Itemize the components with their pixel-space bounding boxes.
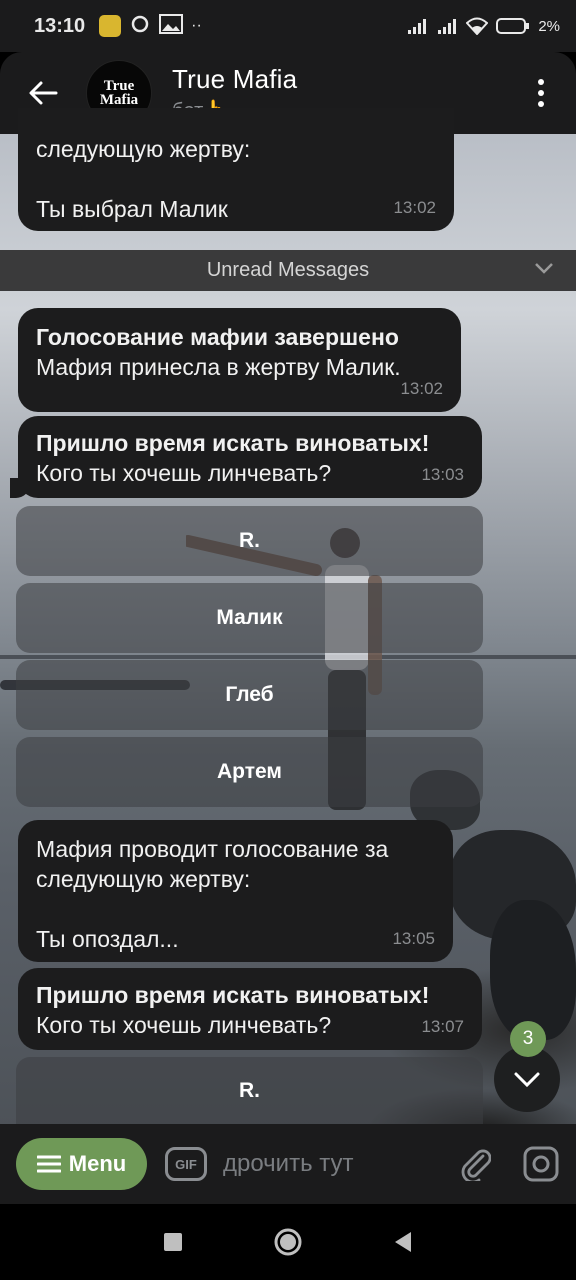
menu-label: Menu (68, 1151, 127, 1176)
battery-percent: 2% (538, 17, 560, 35)
dot-icon (538, 79, 544, 85)
message-time: 13:02 (400, 379, 443, 398)
chat-title: True Mafia (172, 63, 298, 94)
status-bar: 13:10 ·· 2% (0, 0, 576, 52)
back-nav-icon[interactable] (393, 1231, 413, 1253)
message-bold-text: Пришло время искать виноватых! (36, 980, 464, 1010)
message-bold-text: Пришло время искать виноватых! (36, 428, 464, 458)
dot-icon (538, 101, 544, 107)
unread-divider: Unread Messages (0, 250, 576, 291)
paperclip-icon (461, 1149, 491, 1181)
message-bubble: следующую жертву: Ты выбрал Малик 13:02 (18, 108, 454, 231)
message-text: Ты опоздал... (36, 926, 179, 952)
chevron-down-icon[interactable] (534, 261, 554, 275)
message-text: Мафия принесла в жертву Малик. (36, 354, 401, 380)
message-text: Ты выбрал Малик (36, 196, 228, 222)
dot-icon (538, 90, 544, 96)
chevron-down-icon (514, 1072, 540, 1088)
vote-button[interactable]: R. (16, 1057, 483, 1124)
message-text-line: следующую жертву: (36, 866, 251, 892)
message-bubble: Голосование мафии завершено Мафия принес… (18, 308, 461, 412)
camera-button[interactable] (506, 1134, 576, 1194)
notification-app-icon (99, 15, 122, 37)
message-text: Кого ты хочешь линчевать? (36, 460, 332, 486)
status-right: 2% (406, 17, 560, 35)
message-bold: Голосование мафии завершено (36, 324, 399, 350)
notification-image-icon (159, 13, 184, 39)
message-bubble: Пришло время искать виноватых! Кого ты х… (10, 416, 482, 498)
vote-button[interactable]: Малик (16, 583, 483, 653)
message-text-line: Мафия проводит голосование за (36, 836, 389, 862)
wallpaper-horizon (0, 655, 576, 659)
vote-button[interactable]: Глеб (16, 660, 483, 730)
notification-cloud-icon (131, 15, 151, 38)
avatar-logo-text: Mafia (99, 92, 139, 108)
attach-button[interactable] (446, 1134, 506, 1194)
status-extra: ·· (191, 17, 202, 34)
battery-icon (496, 18, 530, 34)
unread-count-badge: 3 (510, 1021, 546, 1057)
vote-button[interactable]: R. (16, 506, 483, 576)
message-bold: Пришло время искать виноватых! (36, 430, 430, 456)
status-time: 13:10 (34, 14, 86, 37)
message-time: 13:07 (421, 1017, 464, 1036)
camera-icon (523, 1146, 559, 1182)
hamburger-icon (36, 1155, 61, 1173)
bubble-tail (10, 478, 30, 498)
message-bold: Пришло время искать виноватых! (36, 982, 430, 1008)
message-input-bar: Menu GIF дрочить тут (0, 1124, 576, 1204)
more-options-button[interactable] (506, 52, 576, 134)
message-time: 13:03 (421, 465, 464, 484)
avatar-logo-line1: True (103, 78, 135, 94)
chat-screen: 13:10 ·· 2% True Mafia True Mafia бот👆 (0, 0, 576, 1280)
message-input[interactable]: дрочить тут (223, 1150, 446, 1178)
gif-button[interactable]: GIF (165, 1147, 207, 1181)
bot-menu-button[interactable]: Menu (16, 1138, 147, 1190)
unread-label: Unread Messages (206, 259, 370, 281)
message-bubble: Мафия проводит голосование за следующую … (18, 820, 453, 962)
message-time: 13:02 (393, 198, 436, 217)
system-nav-bar (0, 1204, 576, 1280)
avatar-logo-line2: Mafia (99, 92, 139, 108)
message-bold-text: Голосование мафии завершено (36, 322, 443, 352)
signal-icon (438, 19, 457, 34)
message-text-partial: следующую жертву: (36, 136, 251, 162)
signal-icon (408, 19, 427, 34)
wifi-icon (466, 17, 489, 35)
recents-icon[interactable] (163, 1232, 183, 1252)
home-icon[interactable] (273, 1227, 303, 1257)
message-text: Кого ты хочешь линчевать? (36, 1012, 332, 1038)
message-bubble: Пришло время искать виноватых! Кого ты х… (18, 968, 482, 1050)
arrow-left-icon (29, 81, 58, 105)
message-time: 13:05 (392, 929, 435, 948)
vote-button[interactable]: Артем (16, 737, 483, 807)
wallpaper-rock (490, 900, 576, 1040)
